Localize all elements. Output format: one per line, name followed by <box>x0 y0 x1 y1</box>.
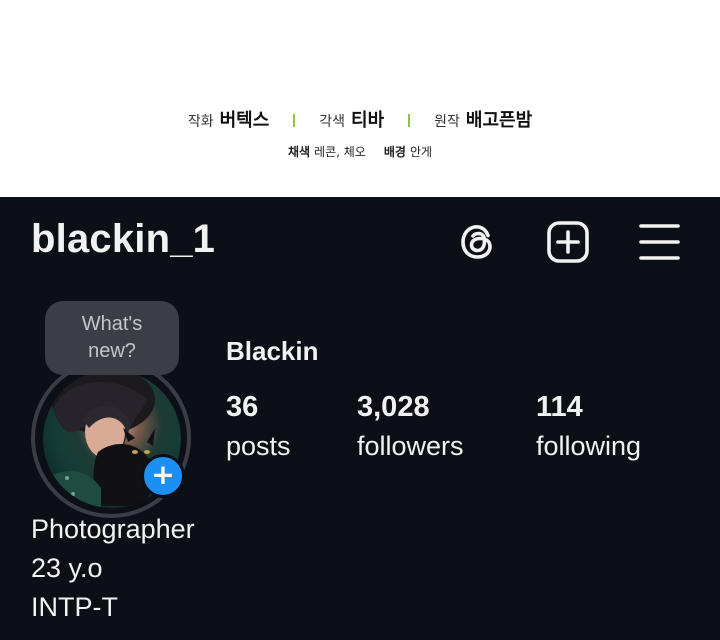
credit-background: 배경 안게 <box>384 143 432 160</box>
bio-line: INTP-T <box>31 592 118 622</box>
hamburger-menu-icon[interactable] <box>636 219 682 265</box>
stat-label: posts <box>226 431 291 461</box>
credit-name: 레콘, 체오 <box>314 144 366 159</box>
credit-role: 각색 <box>319 114 346 130</box>
credit-name: 버텍스 <box>219 110 270 131</box>
credit-role: 원작 <box>434 114 460 130</box>
credit-coloring: 채색 레콘, 체오 <box>288 143 366 160</box>
following-count[interactable]: 114 following <box>536 388 641 466</box>
credit-role: 배경 <box>383 144 406 159</box>
create-post-icon[interactable] <box>545 219 591 265</box>
profile-screen: blackin_1 + What's new? Blackin 36 posts… <box>0 197 720 640</box>
whats-new-line: new? <box>88 340 136 362</box>
stat-value: 114 <box>536 391 583 423</box>
stat-label: following <box>536 431 642 461</box>
credit-separator <box>293 113 296 127</box>
credit-name: 티바 <box>351 110 385 131</box>
profile-bio: Photographer 23 y.o INTP-T <box>31 510 195 627</box>
credit-role: 작화 <box>187 114 214 130</box>
posts-count[interactable]: 36 posts <box>226 388 291 466</box>
stat-value: 36 <box>226 391 259 423</box>
credits-row-sub: 채색 레콘, 체오 배경 안게 <box>0 142 720 160</box>
profile-display-name: Blackin <box>226 336 319 366</box>
credit-original: 원작 배고픈밤 <box>434 106 532 132</box>
add-story-button[interactable]: + <box>141 454 185 498</box>
credit-artist: 작화 버텍스 <box>188 106 269 132</box>
bio-line: Photographer <box>31 514 195 544</box>
whats-new-line: What's <box>81 313 143 335</box>
credit-name: 안게 <box>409 144 433 159</box>
credit-separator <box>408 113 411 127</box>
whats-new-bubble[interactable]: What's new? <box>45 301 179 375</box>
credits-header: 작화 버텍스 각색 티바 원작 배고픈밤 채색 레콘, 체오 배경 안게 <box>0 0 720 197</box>
threads-icon[interactable] <box>455 219 501 265</box>
credit-name: 배고픈밤 <box>465 110 533 131</box>
bio-line: 23 y.o <box>31 553 103 583</box>
stat-label: followers <box>357 431 464 461</box>
credits-row-main: 작화 버텍스 각색 티바 원작 배고픈밤 <box>0 106 720 132</box>
stat-value: 3,028 <box>357 391 430 423</box>
profile-username[interactable]: blackin_1 <box>31 217 215 262</box>
followers-count[interactable]: 3,028 followers <box>357 388 464 466</box>
credit-role: 채색 <box>287 144 311 159</box>
credit-adaptation: 각색 티바 <box>319 106 384 132</box>
